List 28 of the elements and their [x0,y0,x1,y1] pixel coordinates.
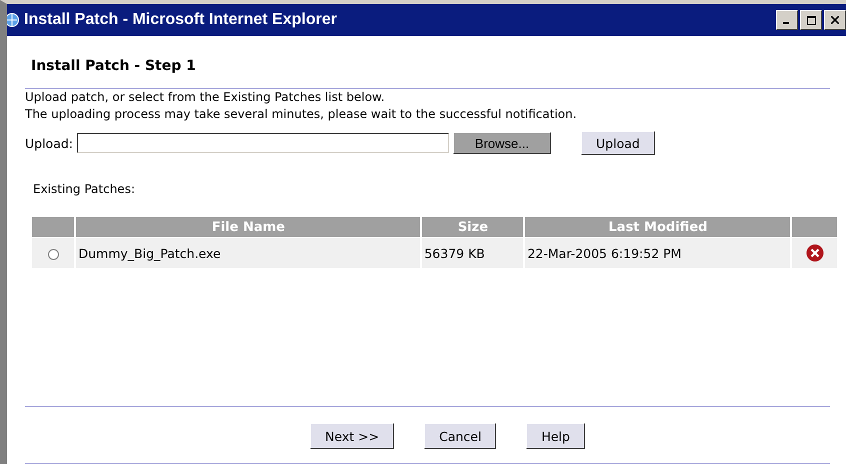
section-label: Existing Patches: [33,182,136,196]
dialog-button[interactable]: Help [526,423,585,449]
close-button[interactable] [824,10,846,30]
instruction-text: Upload patch, or select from the Existing Patches list below. [25,89,386,106]
minimize-button[interactable] [776,10,798,30]
column-header: Last Modified [525,217,790,237]
delete-icon[interactable] [806,244,824,262]
column-header [32,217,74,237]
upload-label: Upload: [25,136,74,150]
upload-button[interactable]: Upload [581,131,655,155]
file-input-field[interactable] [77,133,450,153]
table-cell: Dummy_Big_Patch.exe [76,238,420,268]
column-header: Size [422,217,524,237]
dialog-button[interactable]: Next >> [310,423,394,449]
table-cell: 22-Mar-2005 6:19:52 PM [525,238,790,268]
maximize-button[interactable] [800,10,822,30]
dialog-button[interactable]: Cancel [424,423,496,449]
window-title: Install Patch - Microsoft Internet Explorer [24,11,338,29]
column-header: File Name [76,217,420,237]
column-header [792,217,837,237]
close-icon [831,16,839,24]
table-cell: 56379 KB [422,238,524,268]
instruction-text: The uploading process may take several minutes, please wait to the successful notification. [25,106,578,123]
browse-button[interactable]: Browse... [453,132,552,154]
globe-icon [7,12,20,28]
page-heading: Install Patch - Step 1 [31,58,197,74]
radio-button[interactable] [48,248,59,260]
maximize-icon [806,16,816,24]
